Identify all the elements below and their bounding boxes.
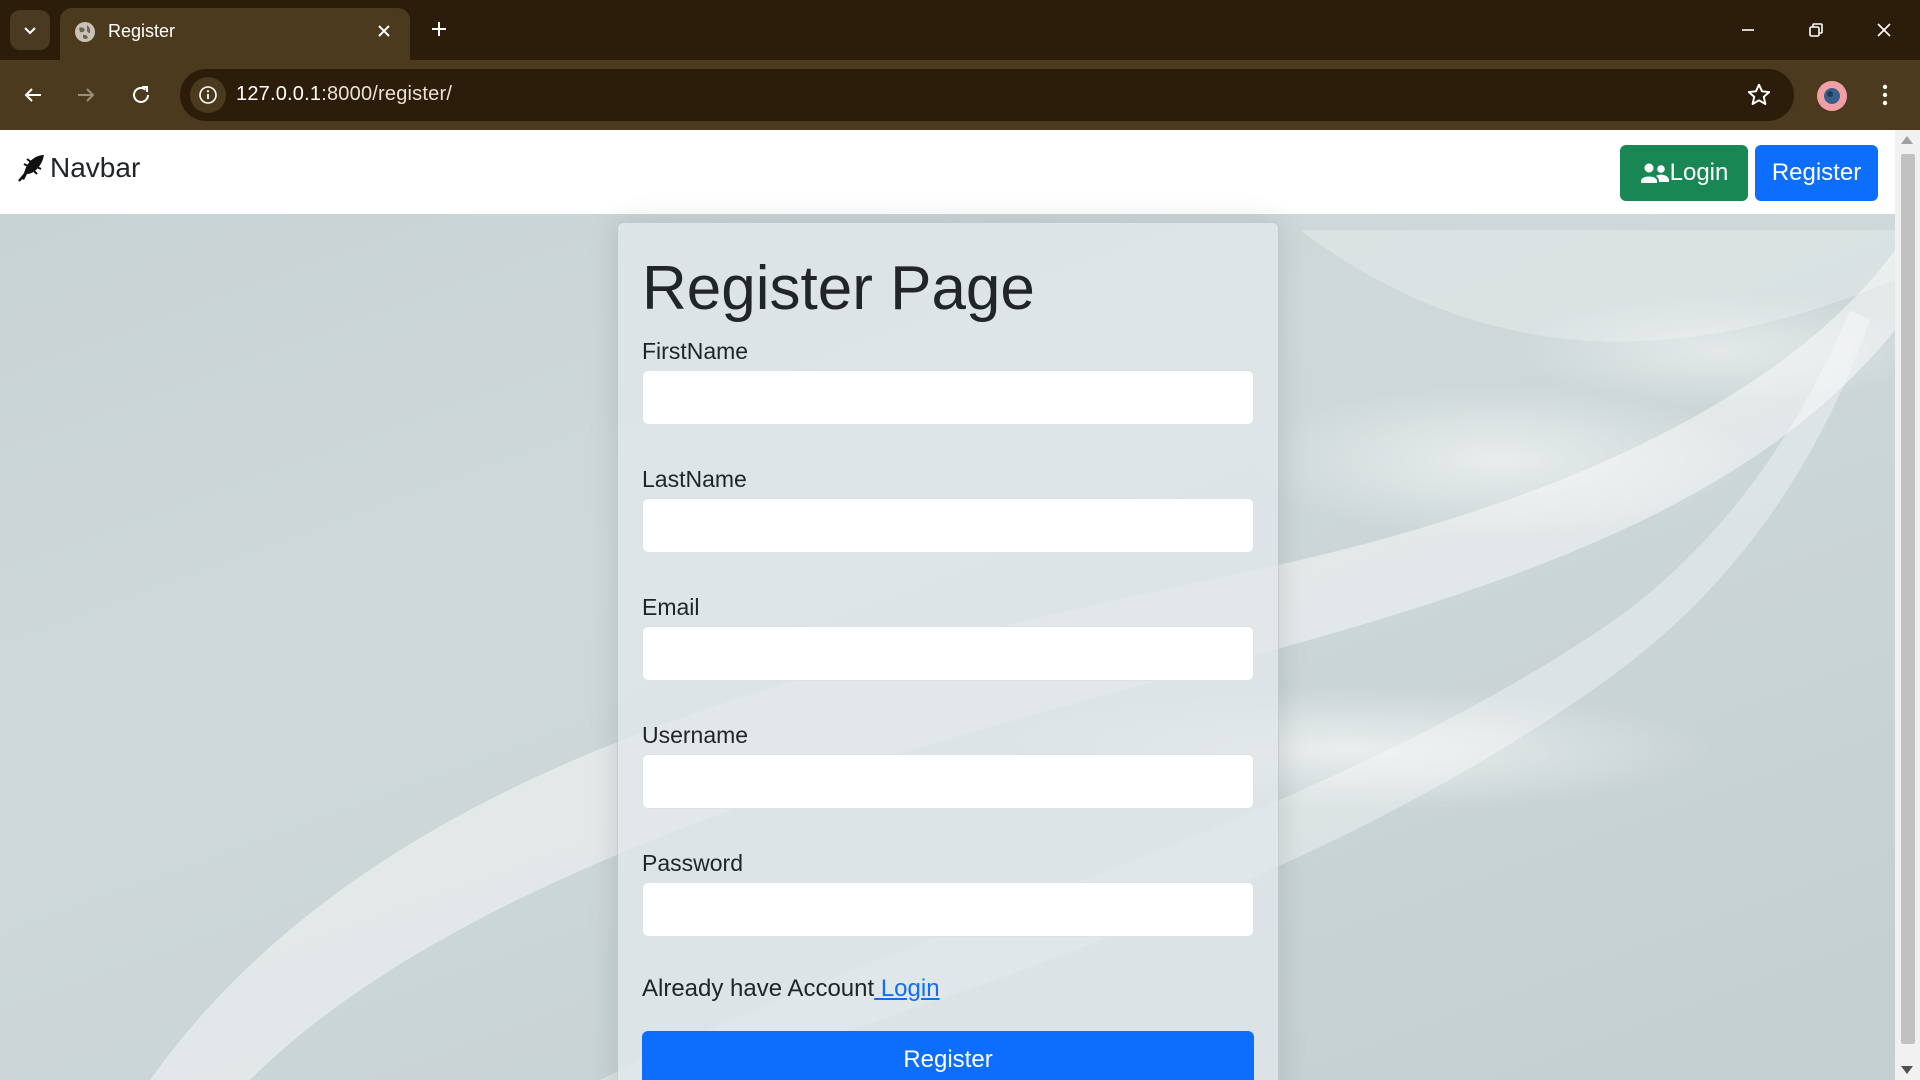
close-tab-button[interactable] bbox=[372, 19, 396, 43]
window-close-icon bbox=[1877, 23, 1891, 37]
scroll-thumb[interactable] bbox=[1901, 154, 1915, 1044]
page-scrollbar[interactable] bbox=[1895, 130, 1920, 1080]
minimize-button[interactable] bbox=[1724, 10, 1772, 50]
browser-toolbar: 127.0.0.1:8000/register/ bbox=[0, 60, 1920, 130]
back-button[interactable] bbox=[14, 76, 52, 114]
forward-button[interactable] bbox=[67, 76, 105, 114]
scroll-down-arrow[interactable] bbox=[1901, 1066, 1913, 1074]
login-prompt-text: Already have Account bbox=[642, 975, 875, 1002]
username-label: Username bbox=[642, 722, 749, 748]
register-card: Register Page FirstName LastName Email U… bbox=[617, 222, 1279, 1080]
close-icon bbox=[378, 25, 390, 37]
lastname-label: LastName bbox=[642, 466, 747, 492]
url-host: 127.0.0.1 bbox=[236, 83, 322, 105]
navbar-register-label: Register bbox=[1771, 159, 1862, 186]
page-title: Register Page bbox=[642, 254, 1035, 323]
register-submit-label: Register bbox=[903, 1046, 993, 1073]
email-label: Email bbox=[642, 594, 700, 620]
tab-strip: Register bbox=[0, 0, 1920, 60]
globe-icon bbox=[75, 22, 95, 42]
firstname-label: FirstName bbox=[642, 338, 749, 364]
navbar-brand[interactable]: Navbar bbox=[16, 152, 140, 184]
reload-icon bbox=[133, 86, 149, 103]
users-icon bbox=[1640, 163, 1669, 183]
lastname-field[interactable] bbox=[642, 498, 1254, 553]
brand-text: Navbar bbox=[50, 152, 141, 183]
navbar-login-button[interactable]: Login bbox=[1620, 145, 1748, 201]
feather-icon bbox=[18, 155, 44, 182]
email-field[interactable] bbox=[642, 626, 1254, 681]
site-info-button[interactable] bbox=[190, 77, 226, 113]
scroll-up-arrow[interactable] bbox=[1901, 136, 1913, 144]
close-window-button[interactable] bbox=[1860, 10, 1908, 50]
more-menu-icon bbox=[1882, 84, 1888, 106]
login-link[interactable]: Login bbox=[874, 975, 940, 1002]
navbar-register-button[interactable]: Register bbox=[1755, 145, 1878, 201]
password-field[interactable] bbox=[642, 882, 1254, 937]
navbar-login-label: Login bbox=[1669, 159, 1729, 186]
new-tab-button[interactable] bbox=[424, 14, 454, 44]
password-label: Password bbox=[642, 850, 743, 876]
info-icon bbox=[199, 86, 217, 104]
register-submit-button[interactable]: Register bbox=[642, 1031, 1254, 1080]
tab-title: Register bbox=[108, 21, 176, 41]
plus-icon bbox=[432, 22, 446, 36]
forward-icon bbox=[78, 88, 95, 102]
address-bar[interactable]: 127.0.0.1:8000/register/ bbox=[180, 69, 1794, 121]
restore-button[interactable] bbox=[1792, 10, 1840, 50]
page-viewport: Navbar Login Register Register Page Firs… bbox=[0, 130, 1895, 1080]
star-icon[interactable] bbox=[1746, 82, 1772, 108]
back-icon bbox=[24, 88, 41, 102]
firstname-field[interactable] bbox=[642, 370, 1254, 425]
active-tab[interactable]: Register bbox=[60, 8, 410, 60]
avatar-icon bbox=[1824, 88, 1840, 104]
url-path: :8000/register/ bbox=[321, 83, 453, 105]
chevron-down-icon bbox=[24, 27, 36, 35]
tab-search-button[interactable] bbox=[10, 10, 50, 50]
reload-button[interactable] bbox=[122, 76, 160, 114]
more-menu-button[interactable] bbox=[1870, 78, 1900, 112]
site-navbar: Navbar Login Register bbox=[0, 130, 1895, 214]
username-field[interactable] bbox=[642, 754, 1254, 809]
profile-avatar[interactable] bbox=[1817, 81, 1847, 111]
restore-icon bbox=[1809, 23, 1823, 37]
minimize-icon bbox=[1742, 29, 1754, 31]
login-prompt: Already have Account Login bbox=[642, 975, 940, 1003]
url-text[interactable]: 127.0.0.1:8000/register/ bbox=[236, 83, 452, 106]
